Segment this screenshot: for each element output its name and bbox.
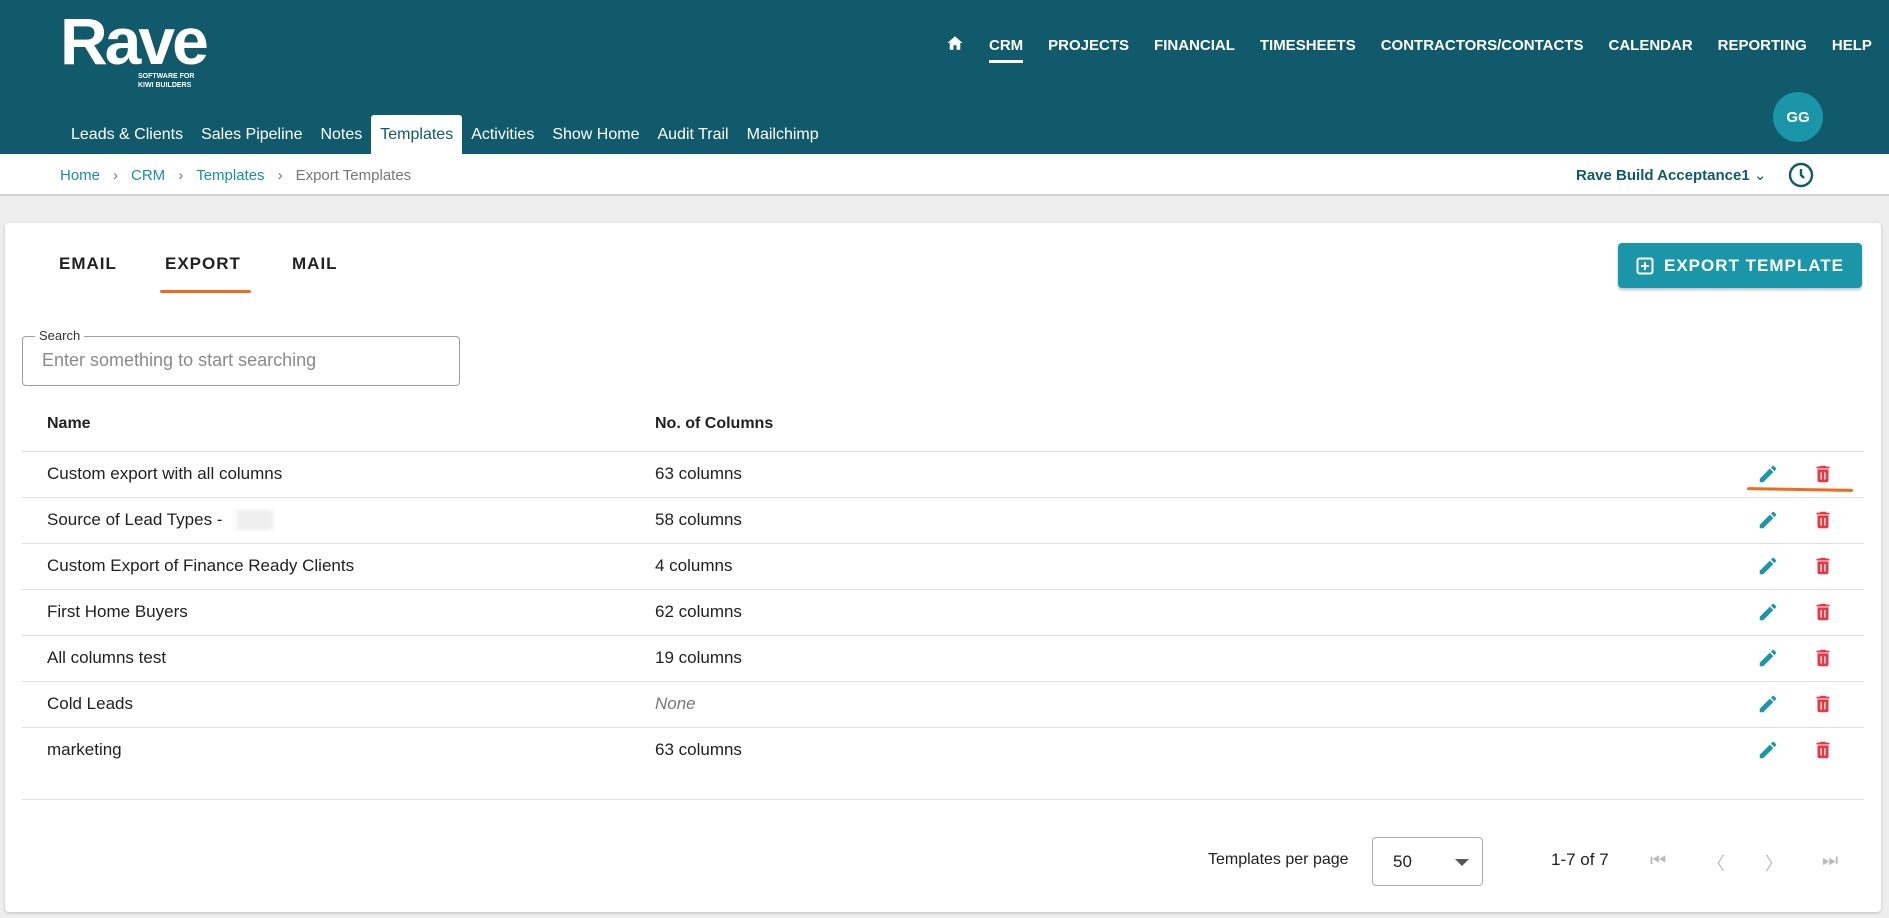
export-template-label: EXPORT TEMPLATE <box>1664 255 1844 275</box>
nav-projects[interactable]: PROJECTS <box>1048 37 1129 54</box>
per-page-select[interactable]: 50 <box>1372 837 1483 886</box>
template-name[interactable]: Custom Export of Finance Ready Clients <box>47 556 354 576</box>
nav-financial[interactable]: FINANCIAL <box>1154 37 1235 54</box>
subnav-mailchimp[interactable]: Mailchimp <box>738 115 828 154</box>
column-count: 62 columns <box>655 602 742 621</box>
table-row[interactable]: Cold Leads None <box>22 681 1864 727</box>
subnav-show-home[interactable]: Show Home <box>543 115 648 154</box>
chevron-right-icon: › <box>113 167 119 184</box>
subnav-templates[interactable]: Templates <box>371 115 463 154</box>
prev-page-icon[interactable]: 〈 <box>1707 850 1725 876</box>
delete-icon[interactable] <box>1812 463 1834 490</box>
page-range: 1-7 of 7 <box>1551 850 1609 869</box>
column-header-count[interactable]: No. of Columns <box>655 415 773 433</box>
search-label: Search <box>35 328 85 343</box>
column-count: 19 columns <box>655 648 742 667</box>
column-count: 4 columns <box>655 556 733 575</box>
template-name[interactable]: All columns test <box>47 648 166 668</box>
breadcrumb-current: Export Templates <box>295 167 412 184</box>
column-count: None <box>655 694 696 713</box>
redacted-text <box>237 510 273 530</box>
breadcrumb-templates[interactable]: Templates <box>196 167 264 184</box>
rave-logo[interactable]: Rave SOFTWARE FOR KIWI BUILDERS <box>60 4 209 89</box>
delete-icon[interactable] <box>1812 601 1834 628</box>
column-count: 58 columns <box>655 510 742 529</box>
nav-crm[interactable]: CRM <box>989 37 1024 63</box>
delete-icon[interactable] <box>1812 555 1834 582</box>
edit-icon[interactable] <box>1757 601 1779 628</box>
home-icon[interactable] <box>946 34 964 56</box>
subnav-leads-clients[interactable]: Leads & Clients <box>60 115 192 154</box>
template-name[interactable]: Custom export with all columns <box>47 464 282 484</box>
subnav-sales-pipeline[interactable]: Sales Pipeline <box>192 115 311 154</box>
delete-icon[interactable] <box>1812 739 1834 766</box>
tab-mail[interactable]: MAIL <box>292 254 338 274</box>
template-name[interactable]: Source of Lead Types - <box>47 510 222 530</box>
delete-icon[interactable] <box>1812 509 1834 536</box>
table-row[interactable]: Source of Lead Types - 58 columns <box>22 497 1864 543</box>
table-row[interactable]: marketing 63 columns <box>22 727 1864 800</box>
edit-icon[interactable] <box>1757 647 1779 674</box>
column-header-name[interactable]: Name <box>47 415 91 433</box>
edit-icon[interactable] <box>1757 693 1779 720</box>
last-page-icon[interactable]: ⏭ <box>1822 850 1838 871</box>
export-template-button[interactable]: EXPORT TEMPLATE <box>1618 243 1862 288</box>
chevron-right-icon: › <box>277 167 283 184</box>
edit-icon[interactable] <box>1757 739 1779 766</box>
chevron-right-icon: › <box>178 167 184 184</box>
first-page-icon[interactable]: ⏮ <box>1650 850 1666 871</box>
per-page-label: Templates per page <box>1208 851 1349 868</box>
table-row[interactable]: All columns test 19 columns <box>22 635 1864 681</box>
table-row[interactable]: Custom export with all columns 63 columns <box>22 451 1864 497</box>
subnav-notes[interactable]: Notes <box>311 115 371 154</box>
search-input[interactable] <box>42 350 442 371</box>
logo-tagline: SOFTWARE FOR KIWI BUILDERS <box>138 73 195 89</box>
column-count: 63 columns <box>655 740 742 759</box>
template-name[interactable]: Cold Leads <box>47 694 133 714</box>
edit-icon[interactable] <box>1757 555 1779 582</box>
organization-selector[interactable]: Rave Build Acceptance1 ⌄ <box>1576 166 1766 184</box>
next-page-icon[interactable]: 〉 <box>1765 850 1783 876</box>
chevron-down-icon: ⌄ <box>1753 167 1767 184</box>
search-field[interactable]: Search <box>22 328 460 386</box>
nav-calendar[interactable]: CALENDAR <box>1609 37 1693 54</box>
caret-down-icon <box>1455 859 1469 866</box>
table-row[interactable]: First Home Buyers 62 columns <box>22 589 1864 635</box>
nav-help[interactable]: HELP <box>1832 37 1872 54</box>
organization-name: Rave Build Acceptance1 <box>1576 167 1750 184</box>
sub-nav: Leads & Clients Sales Pipeline Notes Tem… <box>60 115 828 154</box>
edit-icon[interactable] <box>1757 509 1779 536</box>
breadcrumb-bar: Home › CRM › Templates › Export Templates R… <box>0 154 1889 196</box>
delete-icon[interactable] <box>1812 647 1834 674</box>
nav-timesheets[interactable]: TIMESHEETS <box>1260 37 1356 54</box>
top-nav: CRM PROJECTS FINANCIAL TIMESHEETS CONTRA… <box>946 34 1872 63</box>
templates-table: Custom export with all columns 63 columns… <box>22 451 1864 800</box>
breadcrumb-crm[interactable]: CRM <box>131 167 165 184</box>
template-name[interactable]: marketing <box>47 740 122 760</box>
breadcrumb: Home › CRM › Templates › Export Templates <box>60 167 411 184</box>
edit-icon[interactable] <box>1757 463 1779 490</box>
per-page-value: 50 <box>1393 852 1412 871</box>
subnav-audit-trail[interactable]: Audit Trail <box>648 115 737 154</box>
template-name[interactable]: First Home Buyers <box>47 602 188 622</box>
templates-card: EMAIL EXPORT MAIL EXPORT TEMPLATE Search… <box>5 223 1881 912</box>
user-avatar[interactable]: GG <box>1773 92 1823 142</box>
clock-icon[interactable] <box>1788 162 1814 193</box>
breadcrumb-home[interactable]: Home <box>60 167 100 184</box>
nav-contractors-contacts[interactable]: CONTRACTORS/CONTACTS <box>1381 37 1584 54</box>
nav-reporting[interactable]: REPORTING <box>1718 37 1807 54</box>
column-count: 63 columns <box>655 464 742 483</box>
active-tab-indicator <box>160 290 251 293</box>
tab-email[interactable]: EMAIL <box>59 254 117 274</box>
table-row[interactable]: Custom Export of Finance Ready Clients 4 … <box>22 543 1864 589</box>
tab-export[interactable]: EXPORT <box>165 254 241 274</box>
delete-icon[interactable] <box>1812 693 1834 720</box>
add-box-icon <box>1636 257 1654 274</box>
logo-text: Rave <box>60 4 209 78</box>
subnav-activities[interactable]: Activities <box>462 115 543 154</box>
app-header: Rave SOFTWARE FOR KIWI BUILDERS CRM PROJ… <box>0 0 1889 154</box>
